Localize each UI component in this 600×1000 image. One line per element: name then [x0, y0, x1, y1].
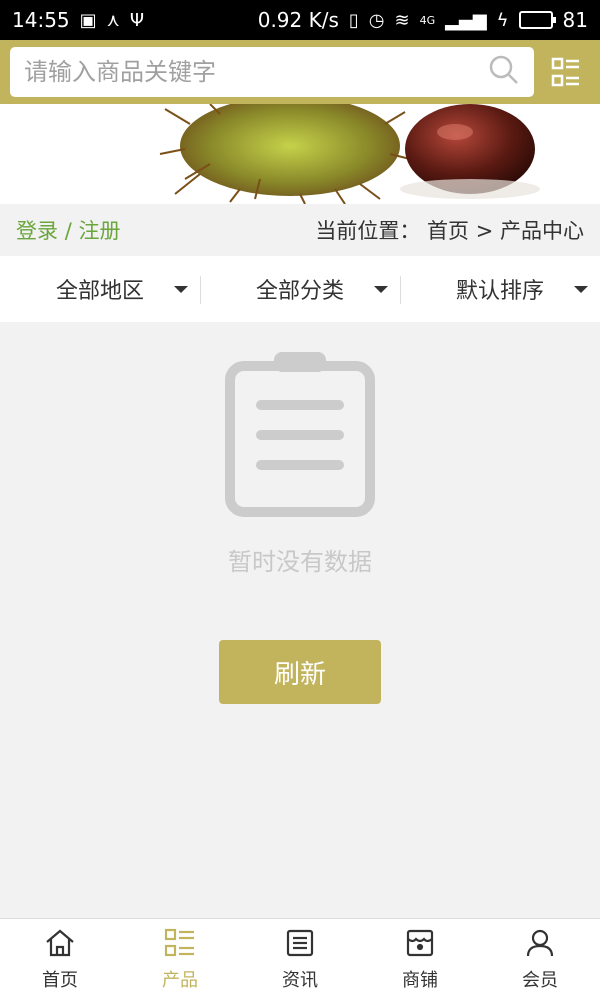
filter-category[interactable]: 全部分类 [200, 256, 400, 322]
network-type: 4G [419, 13, 436, 27]
tab-member-label: 会员 [522, 969, 558, 991]
network-speed: 0.92 K/s [257, 8, 339, 32]
top-header [0, 40, 600, 104]
search-box[interactable] [10, 47, 534, 97]
bottom-nav: 首页 产品 资讯 商铺 会员 [0, 918, 600, 1000]
status-right: 0.92 K/s ▯ ◷ ≋ 4G ▂▄▆ ϟ 81 [258, 8, 588, 32]
clipboard-icon [224, 352, 376, 522]
tab-shops-label: 商铺 [402, 969, 438, 991]
tab-news-label: 资讯 [282, 969, 318, 991]
grid-list-icon[interactable] [542, 47, 590, 97]
caret-down-icon [374, 286, 388, 293]
caret-down-icon [574, 286, 588, 293]
wifi-icon: ≋ [394, 9, 410, 31]
news-icon [285, 928, 315, 962]
battery-icon [518, 11, 556, 29]
tab-home-label: 首页 [42, 969, 78, 991]
status-left: 14:55 ▣ ⋏ Ψ [12, 8, 144, 32]
search-input[interactable] [24, 58, 464, 86]
breadcrumb-separator: > [475, 219, 494, 243]
filter-region[interactable]: 全部地区 [0, 256, 200, 322]
tab-products[interactable]: 产品 [120, 919, 240, 1000]
status-bar: 14:55 ▣ ⋏ Ψ 0.92 K/s ▯ ◷ ≋ 4G ▂▄▆ ϟ 81 [0, 0, 600, 40]
status-time: 14:55 [12, 8, 70, 32]
tab-shops[interactable]: 商铺 [360, 919, 480, 1000]
filter-bar: 全部地区 全部分类 默认排序 [0, 256, 600, 322]
product-list-icon [164, 928, 196, 962]
breadcrumb: 当前位置： 首页 > 产品中心 [315, 215, 584, 245]
filter-category-label: 全部分类 [255, 279, 344, 304]
filter-region-label: 全部地区 [55, 279, 144, 304]
user-icon [525, 928, 555, 962]
image-icon: ▣ [79, 9, 97, 31]
filter-sort-label: 默认排序 [455, 279, 544, 304]
login-link[interactable]: 登录 [16, 219, 58, 243]
empty-message: 暂时没有数据 [228, 548, 372, 576]
alarm-icon: ◷ [368, 9, 385, 31]
vibrate-icon: ▯ [348, 9, 359, 31]
share-icon: ⋏ [106, 9, 120, 31]
breadcrumb-label: 当前位置： [315, 219, 421, 243]
charging-icon: ϟ [496, 9, 509, 31]
breadcrumb-home[interactable]: 首页 [427, 219, 469, 243]
breadcrumb-bar: 登录 / 注册 当前位置： 首页 > 产品中心 [0, 204, 600, 256]
auth-separator: / [64, 219, 72, 243]
tab-member[interactable]: 会员 [480, 919, 600, 1000]
tab-news[interactable]: 资讯 [240, 919, 360, 1000]
refresh-button[interactable]: 刷新 [219, 640, 381, 704]
battery-level: 81 [562, 8, 588, 32]
shop-icon [405, 928, 435, 962]
register-link[interactable]: 注册 [78, 219, 120, 243]
usb-icon: Ψ [129, 9, 145, 31]
tab-home[interactable]: 首页 [0, 919, 120, 1000]
signal-icon: ▂▄▆ [445, 9, 487, 31]
breadcrumb-current: 产品中心 [500, 219, 584, 243]
tab-products-label: 产品 [162, 969, 198, 991]
banner-image[interactable] [0, 104, 600, 204]
caret-down-icon [174, 286, 188, 293]
empty-state: 暂时没有数据 刷新 [0, 322, 600, 918]
auth-links: 登录 / 注册 [16, 215, 120, 245]
filter-sort[interactable]: 默认排序 [400, 256, 600, 322]
search-icon[interactable] [488, 54, 520, 90]
home-icon [44, 928, 76, 962]
